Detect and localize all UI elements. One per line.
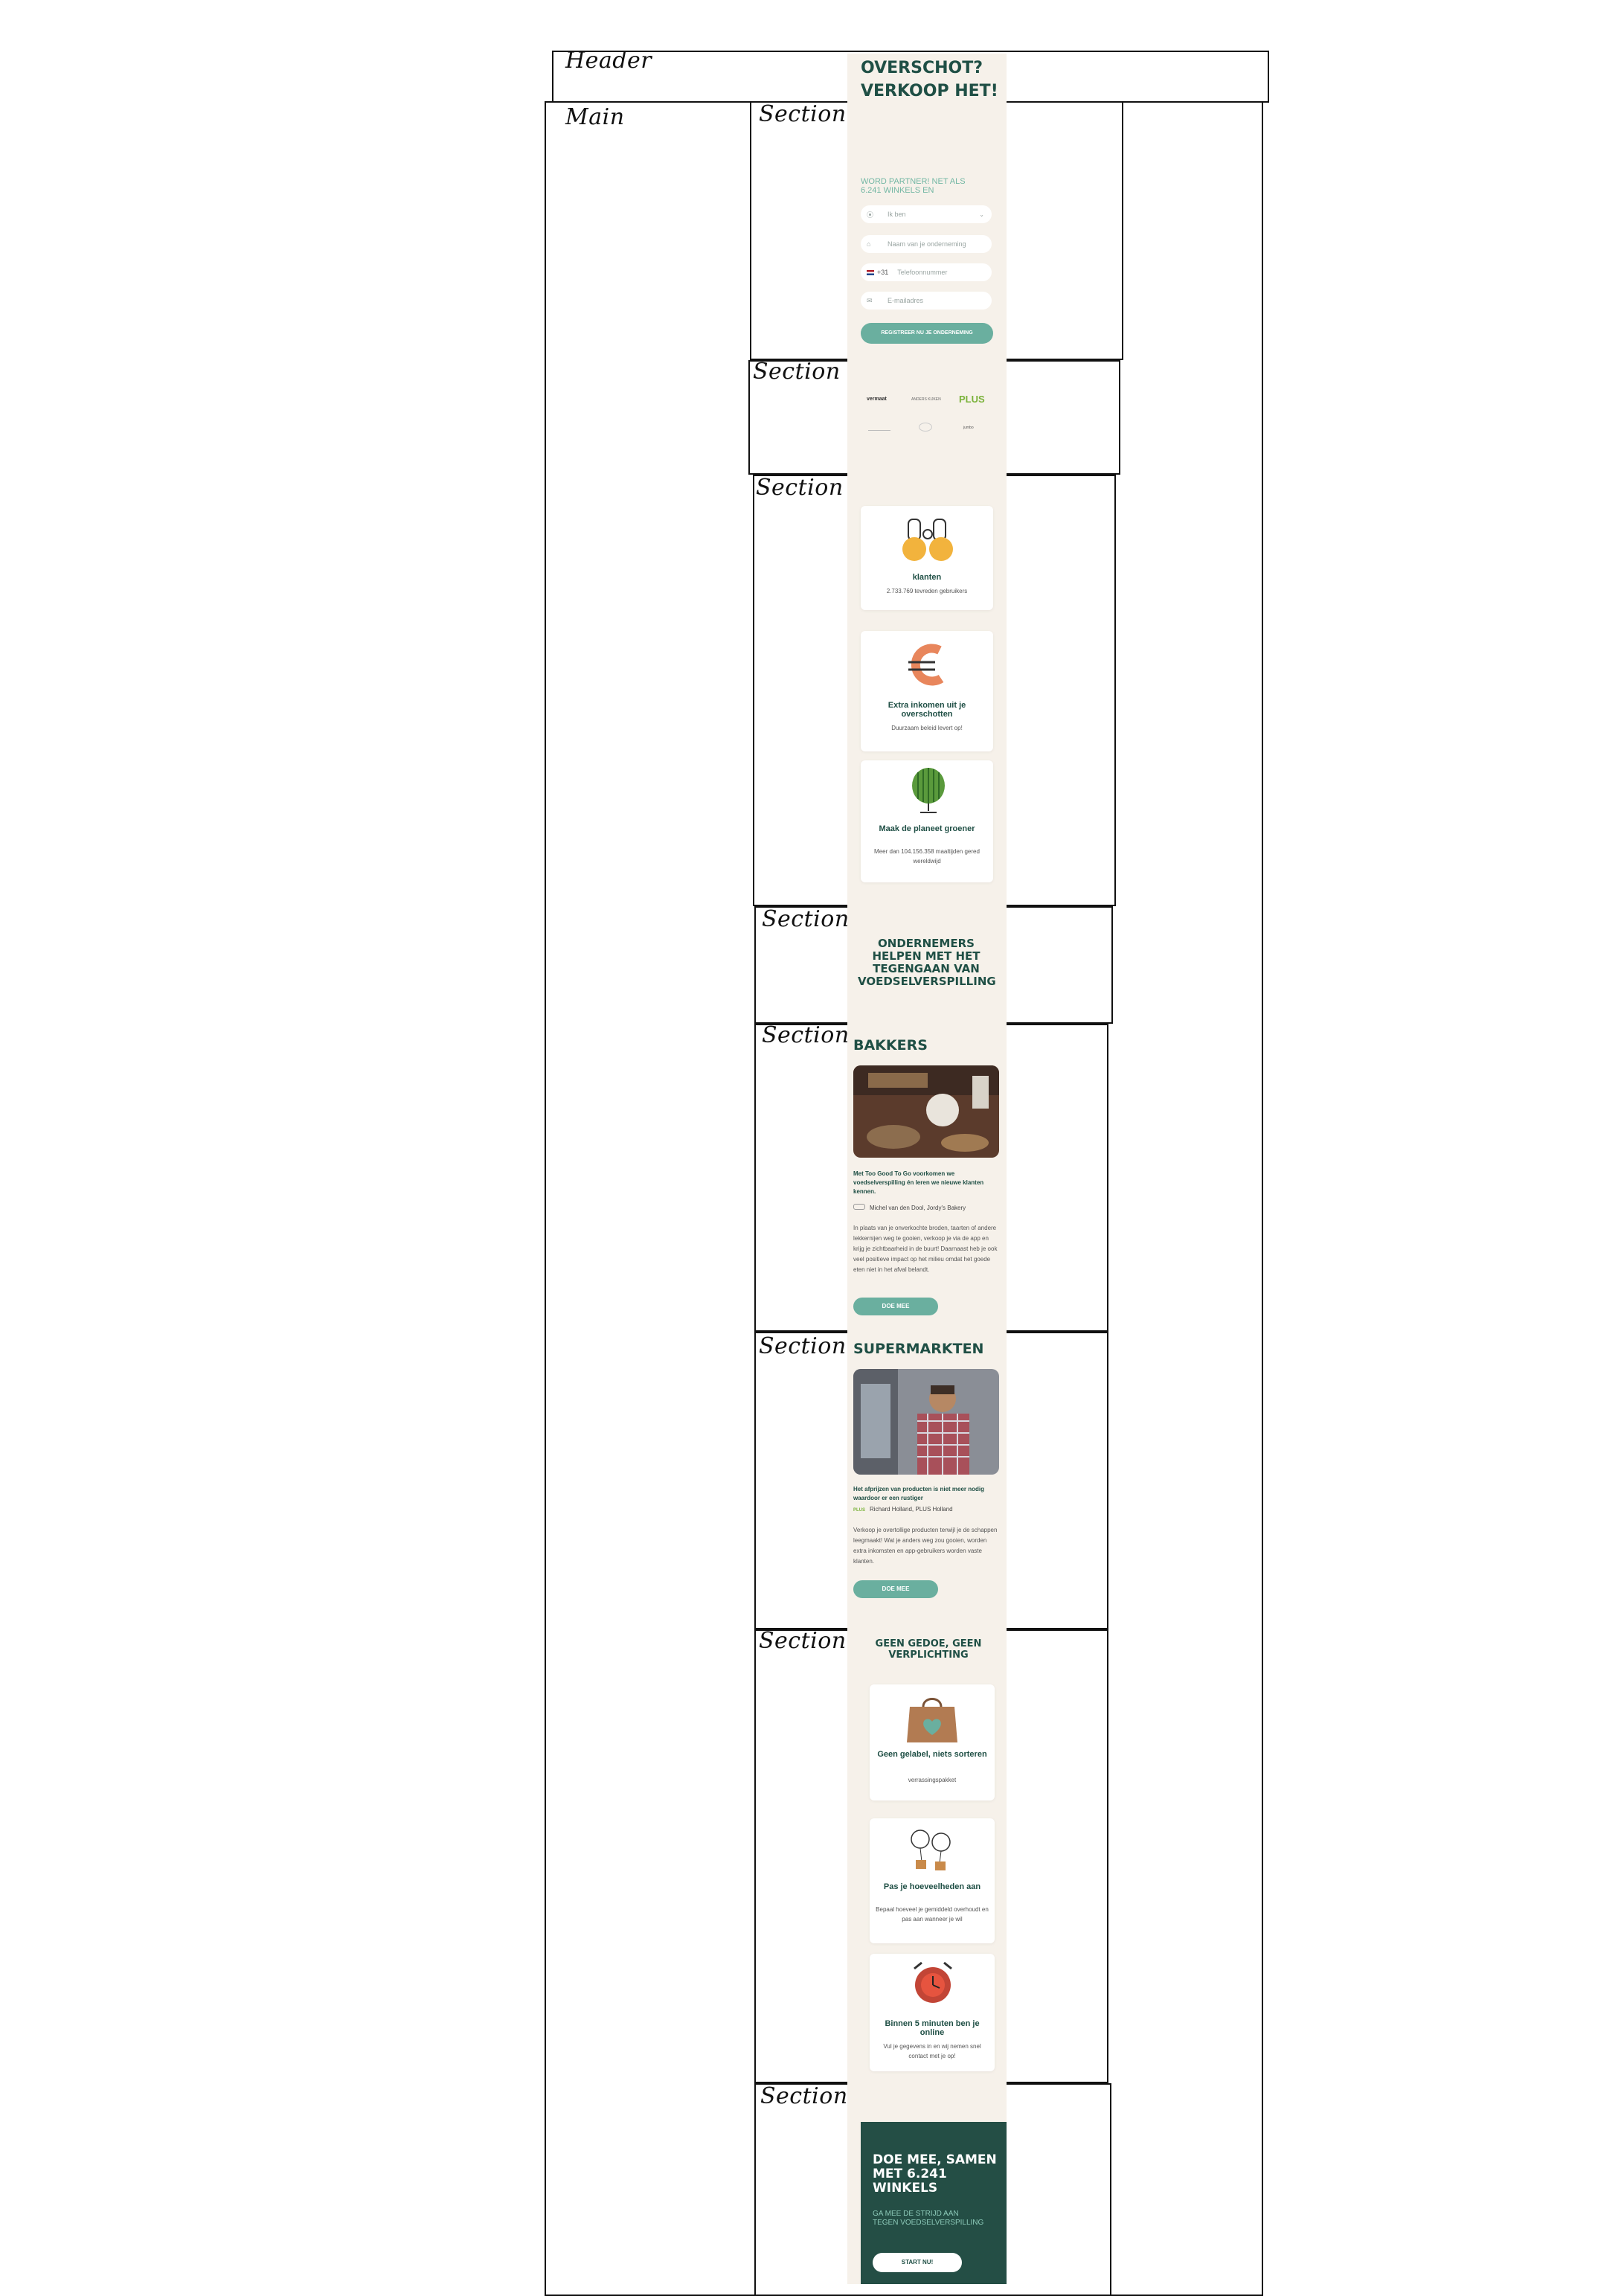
easy-card-desc-3: Vul je gegevens in en wij nemen snel con… (883, 2043, 981, 2059)
partner-logo-3: PLUS (959, 394, 985, 405)
partner-logo-2: ANDERS KIJKEN (911, 397, 941, 402)
partner-logo-6: jumbo (963, 426, 974, 430)
hero-subtitle: WORD PARTNER! NET ALS 6.241 WINKELS EN (861, 177, 966, 195)
register-button[interactable]: REGISTREER NU JE ONDERNEMING (861, 323, 993, 344)
easy-card-1: Geen gelabel, niets sorteren verrassings… (870, 1684, 995, 1800)
easy-title: GEEN GEDOE, GEEN VERPLICHTING (875, 1638, 982, 1661)
easy-card-2: Pas je hoeveelheden aan Bepaal hoeveel j… (870, 1818, 995, 1943)
mail-icon: ✉ (867, 296, 873, 304)
benefit-desc-3: Meer dan 104.156.358 maaltijden gered we… (874, 848, 980, 865)
start-now-button[interactable]: START NU! (873, 2253, 962, 2272)
benefit-card-3: Maak de planeet groener Meer dan 104.156… (861, 760, 993, 882)
mission-heading: ONDERNEMERS HELPEN MET HET TEGENGAAN VAN… (858, 937, 996, 988)
benefit-desc-1: 2.733.769 tevreden gebruikers (886, 588, 968, 594)
section-label-2: Section (753, 359, 841, 385)
hero-title: OVERSCHOT? VERKOOP HET! (861, 59, 998, 100)
benefit-title-3: Maak de planeet groener (879, 824, 975, 833)
euro-icon (905, 643, 950, 691)
email-placeholder: E-mailadres (888, 297, 924, 304)
section-label-6: Section (759, 1333, 847, 1359)
bakers-join-button[interactable]: DOE MEE (853, 1298, 938, 1315)
section-label-5: Section (762, 1022, 850, 1048)
supermarkets-title: SUPERMARKTEN (853, 1341, 984, 1357)
email-field[interactable]: ✉ E-mailadres (861, 292, 992, 310)
benefit-card-1: klanten 2.733.769 tevreden gebruikers (861, 506, 993, 610)
phone-field[interactable]: +31 Telefoonnummer (861, 263, 992, 281)
easy-card-title-2: Pas je hoeveelheden aan (883, 1882, 981, 1891)
supermarket-photo (853, 1369, 999, 1475)
watermelon-globe-icon (908, 765, 949, 819)
easy-card-desc-2: Bepaal hoeveel je gemiddeld overhoudt en… (876, 1906, 989, 1923)
flag-nl-icon (867, 269, 874, 275)
partner-logo-1: vermaat (867, 397, 887, 402)
bakery-logo-icon (853, 1204, 865, 1210)
final-subtitle: GA MEE DE STRIJD AAN TEGEN VOEDSELVERSPI… (873, 2210, 984, 2227)
section-label-1: Section (759, 101, 847, 127)
business-type-select[interactable]: ⦿ Ik ben ⌄ (861, 205, 992, 223)
easy-card-desc-1: verrassingspakket (908, 1777, 957, 1783)
benefit-card-2: Extra inkomen uit je overschotten Duurza… (861, 631, 993, 751)
supermarkets-author-name: Richard Holland, PLUS Holland (870, 1506, 953, 1513)
header-label: Header (565, 48, 652, 74)
supermarkets-join-button[interactable]: DOE MEE (853, 1580, 938, 1598)
supermarkets-quote: Het afprijzen van producten is niet meer… (853, 1486, 985, 1501)
chevron-down-icon: ⌄ (979, 211, 984, 218)
bakers-body: In plaats van je onverkochte broden, taa… (853, 1225, 998, 1273)
balloons-icon (907, 1826, 959, 1876)
business-name-field[interactable]: ⌂ Naam van je onderneming (861, 235, 992, 253)
section-label-4: Section (762, 906, 850, 932)
section-label-8: Section (760, 2083, 848, 2109)
bakery-photo (853, 1065, 999, 1158)
easy-card-3: Binnen 5 minuten ben je online Vul je ge… (870, 1954, 995, 2071)
binoculars-icon (898, 516, 957, 569)
benefit-title-2: Extra inkomen uit je overschotten (888, 701, 966, 719)
easy-card-title-1: Geen gelabel, niets sorteren (877, 1750, 987, 1759)
easy-card-title-3: Binnen 5 minuten ben je online (885, 2019, 980, 2037)
main-label: Main (565, 104, 625, 130)
final-cta-panel: DOE MEE, SAMEN MET 6.241 WINKELS GA MEE … (861, 2122, 1007, 2284)
store-icon: ⌂ (867, 240, 871, 248)
location-icon: ⦿ (867, 211, 874, 219)
alarm-clock-icon (910, 1960, 956, 2013)
plus-logo: PLUS (853, 1508, 866, 1513)
section-label-3: Section (756, 475, 844, 501)
supermarkets-author: PLUS Richard Holland, PLUS Holland (853, 1506, 999, 1513)
partner-logo-5 (919, 423, 932, 432)
business-type-label: Ik ben (888, 211, 906, 218)
phone-placeholder: Telefoonnummer (897, 269, 948, 276)
benefit-title-1: klanten (912, 573, 942, 582)
section-label-7: Section (759, 1628, 847, 1654)
supermarkets-body: Verkoop je overtollige producten terwijl… (853, 1527, 998, 1565)
partner-logo-4 (868, 426, 890, 431)
phone-content: OVERSCHOT? VERKOOP HET! WORD PARTNER! NE… (847, 54, 1007, 2284)
business-name-placeholder: Naam van je onderneming (888, 240, 966, 248)
shopping-bag-icon (904, 1693, 960, 1748)
bakers-quote: Met Too Good To Go voorkomen we voedselv… (853, 1170, 984, 1195)
bakers-author: Michel van den Dool, Jordy's Bakery (853, 1204, 999, 1211)
bakers-author-name: Michel van den Dool, Jordy's Bakery (870, 1205, 966, 1211)
benefit-desc-2: Duurzaam beleid levert op! (891, 725, 963, 731)
final-title: DOE MEE, SAMEN MET 6.241 WINKELS (873, 2152, 997, 2196)
phone-prefix[interactable]: +31 (877, 269, 888, 276)
bakers-title: BAKKERS (853, 1037, 928, 1054)
